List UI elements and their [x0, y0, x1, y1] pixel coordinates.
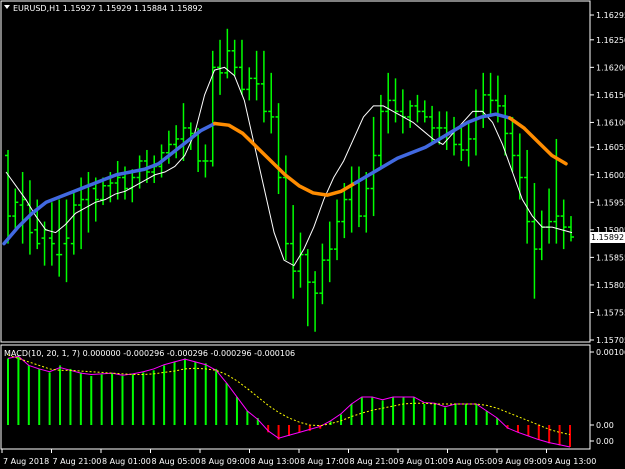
time-tick-label: 7 Aug 21:00 [53, 457, 102, 466]
ohlc-bar [304, 249, 311, 327]
current-price-label: 1.15892 [590, 232, 625, 243]
ohlc-bar [472, 89, 479, 156]
ohlc-bar [487, 72, 494, 117]
ohlc-bar [348, 166, 355, 233]
ohlc-bar [63, 199, 70, 283]
ohlc-bar [568, 216, 574, 242]
ohlc-bar [421, 100, 428, 123]
ohlc-bar [85, 172, 92, 233]
ohlc-bar [355, 166, 362, 228]
ohlc-bar [319, 243, 326, 305]
price-tick-label: 1.15805 [596, 281, 625, 290]
ohlc-bar [334, 199, 341, 261]
price-tick-label: 1.16250 [596, 36, 625, 45]
ohlc-bar [392, 78, 399, 123]
slow-ma-falling-segment [508, 116, 568, 166]
time-tick-label: 8 Aug 05:00 [152, 457, 201, 466]
ohlc-bar [5, 149, 11, 244]
macd-axis: 0.001068 0.00 0.00 [590, 348, 625, 446]
ohlc-bar [370, 116, 377, 217]
moving-averages [2, 66, 573, 267]
time-axis: 7 Aug 2018 7 Aug 21:00 8 Aug 01:00 8 Aug 05… [1, 449, 597, 466]
ohlc-bar [151, 155, 158, 184]
time-tick-label: 7 Aug 2018 [3, 457, 49, 466]
signal-line [7, 354, 571, 436]
time-tick-label: 8 Aug 17:00 [300, 457, 349, 466]
ohlc-bar [546, 188, 553, 244]
price-tick-label: 1.16200 [596, 63, 625, 72]
time-tick-label: 8 Aug 21:00 [350, 457, 399, 466]
price-axis: 1.16295 1.16250 1.16200 1.16150 1.16100 1.160… [590, 11, 625, 345]
ohlc-bar [531, 183, 538, 299]
ohlc-bar [363, 172, 370, 233]
ohlc-bar [12, 188, 19, 230]
time-tick-label: 9 Aug 09:00 [498, 457, 547, 466]
price-tick-label: 1.16150 [596, 91, 625, 100]
ohlc-bar [414, 94, 421, 123]
ohlc-bar [238, 39, 245, 95]
fast-ma-line [5, 66, 573, 267]
dropdown-triangle-icon[interactable] [4, 5, 10, 9]
ohlc-bar [275, 103, 282, 195]
ohlc-bar [509, 116, 516, 172]
macd-title: MACD(10, 20, 1, 7) 0.000000 -0.000296 -0… [4, 349, 295, 358]
ohlc-bar [538, 210, 545, 261]
ohlc-bar [516, 133, 523, 200]
ohlc-bar [443, 111, 450, 150]
macd-tick-label: 0.00 [596, 421, 614, 430]
ohlc-bar [480, 72, 487, 128]
time-tick-label: 9 Aug 01:00 [399, 457, 448, 466]
main-chart-frame [0, 0, 591, 343]
ohlc-bar [260, 50, 267, 123]
ohlc-bar [217, 39, 224, 95]
ohlc-bar [253, 50, 260, 101]
ohlc-bar [297, 232, 304, 288]
price-tick-label: 1.16100 [596, 118, 625, 127]
ohlc-bar [56, 199, 63, 277]
ohlc-bar [202, 144, 209, 178]
price-tick-label: 1.16295 [596, 11, 625, 20]
time-tick-label: 9 Aug 13:00 [548, 457, 597, 466]
main-title: EURUSD,H1 1.15927 1.15929 1.15884 1.1589… [13, 4, 203, 13]
ohlc-bar [209, 50, 216, 167]
price-tick-label: 1.15705 [596, 336, 625, 345]
ohlc-bar [458, 127, 465, 161]
price-tick-label: 1.15755 [596, 308, 625, 317]
ohlc-bar [407, 100, 414, 128]
time-tick-label: 8 Aug 01:00 [102, 457, 151, 466]
ohlc-bar [399, 89, 406, 134]
ohlc-bar [231, 39, 238, 76]
price-tick-label: 1.15955 [596, 198, 625, 207]
price-tick-label: 1.15855 [596, 253, 625, 262]
ohlc-bar [465, 122, 472, 167]
ohlc-bar [451, 116, 458, 156]
macd-tick-label: 0.00 [596, 437, 614, 446]
ohlc-bar [290, 205, 297, 299]
price-tick-label: 1.16055 [596, 143, 625, 152]
ohlc-bar [385, 72, 392, 134]
macd-tick-label: 0.001068 [596, 348, 625, 357]
ohlc-bar [70, 191, 77, 255]
macd-indicator [7, 354, 571, 448]
slow-ma-falling-segment [213, 121, 357, 197]
ohlc-bar [560, 199, 567, 250]
price-tick-label: 1.16005 [596, 171, 625, 180]
ohlc-bar [180, 103, 187, 161]
ohlc-bar [19, 172, 26, 244]
ohlc-bar [48, 202, 55, 266]
time-tick-label: 9 Aug 05:00 [449, 457, 498, 466]
ohlc-bar [524, 149, 531, 244]
time-tick-label: 8 Aug 09:00 [201, 457, 250, 466]
ohlc-bar [268, 72, 275, 134]
trading-chart[interactable]: 1.16295 1.16250 1.16200 1.16150 1.16100 1.160… [0, 0, 625, 469]
ohlc-bar [312, 271, 319, 332]
ohlc-bar [246, 67, 253, 101]
ohlc-bar [326, 221, 333, 283]
time-tick-label: 8 Aug 13:00 [251, 457, 300, 466]
